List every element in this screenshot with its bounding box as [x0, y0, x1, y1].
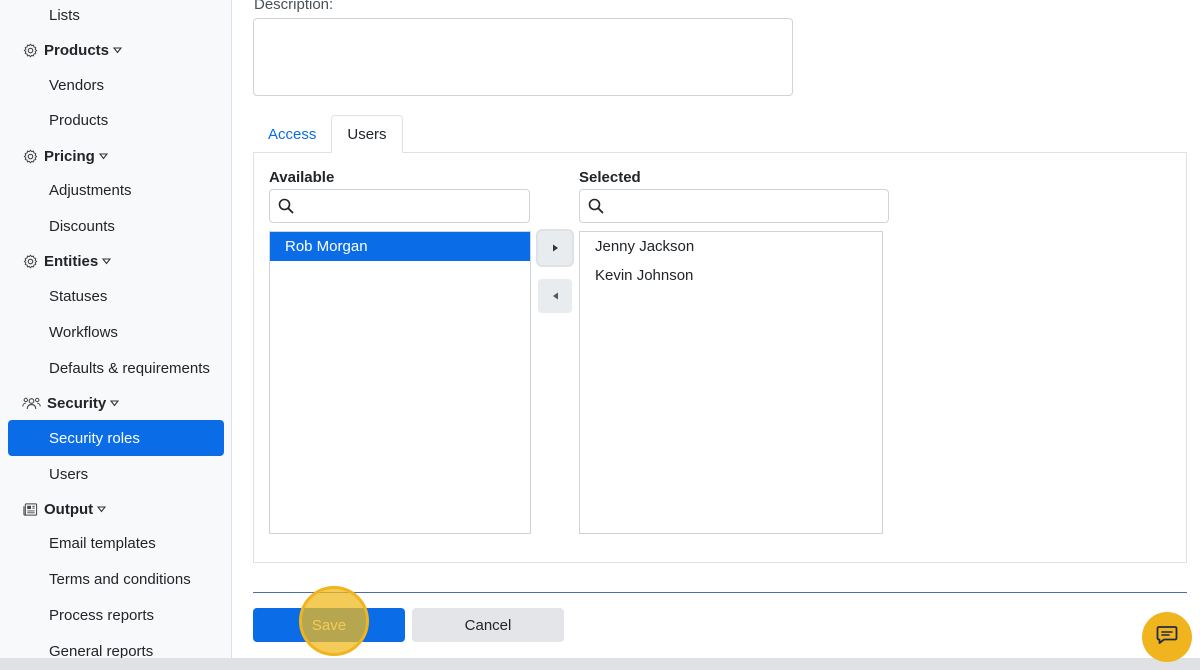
- save-label: Save: [311, 616, 347, 634]
- list-item-label: Kevin Johnson: [595, 267, 694, 284]
- cancel-button[interactable]: Cancel: [412, 608, 564, 642]
- selected-search-input[interactable]: [579, 189, 889, 223]
- chevron-down-icon: [110, 399, 120, 407]
- sidebar-item-email-templates[interactable]: Email templates: [0, 525, 231, 561]
- list-item[interactable]: Rob Morgan: [270, 232, 530, 261]
- sidebar-item-label: Vendors: [49, 76, 105, 94]
- caret-left-icon: [552, 287, 559, 305]
- sidebar-group-label: Entities: [44, 252, 99, 270]
- chevron-down-icon: [113, 46, 123, 54]
- divider: [253, 592, 1187, 593]
- available-listbox[interactable]: Rob Morgan: [269, 231, 531, 534]
- selected-title: Selected: [579, 169, 641, 186]
- sidebar-group-label: Security: [47, 394, 107, 412]
- sidebar-item-label: Statuses: [49, 287, 108, 305]
- sidebar-group-label: Pricing: [44, 147, 95, 165]
- sidebar-item-users[interactable]: Users: [0, 456, 231, 492]
- gear-icon: [22, 148, 38, 164]
- search-icon: [588, 198, 604, 219]
- sidebar-item-label: Defaults & requirements: [49, 359, 210, 377]
- sidebar-item-defaults-requirements[interactable]: Defaults & requirements: [0, 350, 231, 386]
- available-search-input[interactable]: [269, 189, 530, 223]
- tab-label: Access: [268, 125, 317, 143]
- tab-users[interactable]: Users: [331, 115, 403, 153]
- sidebar-item-process-reports[interactable]: Process reports: [0, 597, 231, 633]
- chevron-down-icon: [97, 505, 107, 513]
- horizontal-scrollbar[interactable]: [0, 658, 1200, 670]
- sidebar-item-vendors[interactable]: Vendors: [0, 67, 231, 103]
- sidebar-group-pricing[interactable]: Pricing: [0, 138, 231, 174]
- sidebar-item-statuses[interactable]: Statuses: [0, 278, 231, 314]
- sidebar-item-label: Terms and conditions: [49, 570, 191, 588]
- sidebar-item-label: Workflows: [49, 323, 118, 341]
- sidebar-item-label: Discounts: [49, 217, 115, 235]
- chat-icon: [1156, 625, 1178, 650]
- sidebar-item-adjustments[interactable]: Adjustments: [0, 172, 231, 208]
- newspaper-icon: [22, 501, 38, 517]
- main-content: Description: Access Users Available Rob …: [233, 0, 1200, 658]
- sidebar-item-discounts[interactable]: Discounts: [0, 208, 231, 244]
- save-button[interactable]: Save: [253, 608, 405, 642]
- cancel-label: Cancel: [464, 616, 512, 634]
- description-textarea[interactable]: [253, 18, 793, 96]
- tab-access[interactable]: Access: [253, 115, 331, 153]
- users-tab-panel: Available Rob Morgan Selected Jenny Jack…: [253, 152, 1187, 563]
- sidebar-item-label: Security roles: [49, 429, 140, 447]
- sidebar-item-security-roles[interactable]: Security roles: [8, 420, 224, 456]
- sidebar-group-output[interactable]: Output: [0, 491, 231, 527]
- sidebar-group-label: Products: [44, 41, 110, 59]
- sidebar-item-terms-conditions[interactable]: Terms and conditions: [0, 561, 231, 597]
- tab-bar: Access Users: [253, 115, 403, 153]
- sidebar-item-label: Users: [49, 465, 89, 483]
- sidebar: Lists Products Vendors Products Pricing …: [0, 0, 232, 658]
- sidebar-item-label: Adjustments: [49, 181, 132, 199]
- gear-icon: [22, 253, 38, 269]
- list-item-label: Rob Morgan: [285, 238, 368, 255]
- sidebar-item-label: General reports: [49, 642, 154, 659]
- list-item-label: Jenny Jackson: [595, 238, 695, 255]
- selected-listbox[interactable]: Jenny Jackson Kevin Johnson: [579, 231, 883, 534]
- description-label: Description:: [254, 0, 334, 13]
- chevron-down-icon: [98, 152, 108, 160]
- sidebar-item-label: Process reports: [49, 606, 155, 624]
- list-item[interactable]: Kevin Johnson: [580, 261, 882, 290]
- list-item[interactable]: Jenny Jackson: [580, 232, 882, 261]
- sidebar-item-label: Products: [49, 111, 109, 129]
- chat-button[interactable]: [1142, 612, 1192, 662]
- sidebar-item-workflows[interactable]: Workflows: [0, 314, 231, 350]
- search-icon: [278, 198, 294, 219]
- sidebar-item-lists[interactable]: Lists: [0, 0, 231, 33]
- sidebar-item-products[interactable]: Products: [0, 102, 231, 138]
- tab-label: Users: [347, 125, 387, 143]
- sidebar-group-label: Output: [44, 500, 94, 518]
- move-right-button[interactable]: [538, 231, 572, 265]
- sidebar-item-label: Email templates: [49, 534, 156, 552]
- available-title: Available: [269, 169, 335, 186]
- sidebar-item-general-reports[interactable]: General reports: [0, 633, 231, 659]
- sidebar-group-products[interactable]: Products: [0, 32, 231, 68]
- caret-right-icon: [552, 239, 559, 257]
- sidebar-group-entities[interactable]: Entities: [0, 243, 231, 279]
- users-icon: [22, 395, 41, 411]
- sidebar-group-security[interactable]: Security: [0, 385, 231, 421]
- sidebar-item-label: Lists: [49, 6, 80, 24]
- move-left-button[interactable]: [538, 279, 572, 313]
- gear-icon: [22, 42, 38, 58]
- chevron-down-icon: [102, 257, 112, 265]
